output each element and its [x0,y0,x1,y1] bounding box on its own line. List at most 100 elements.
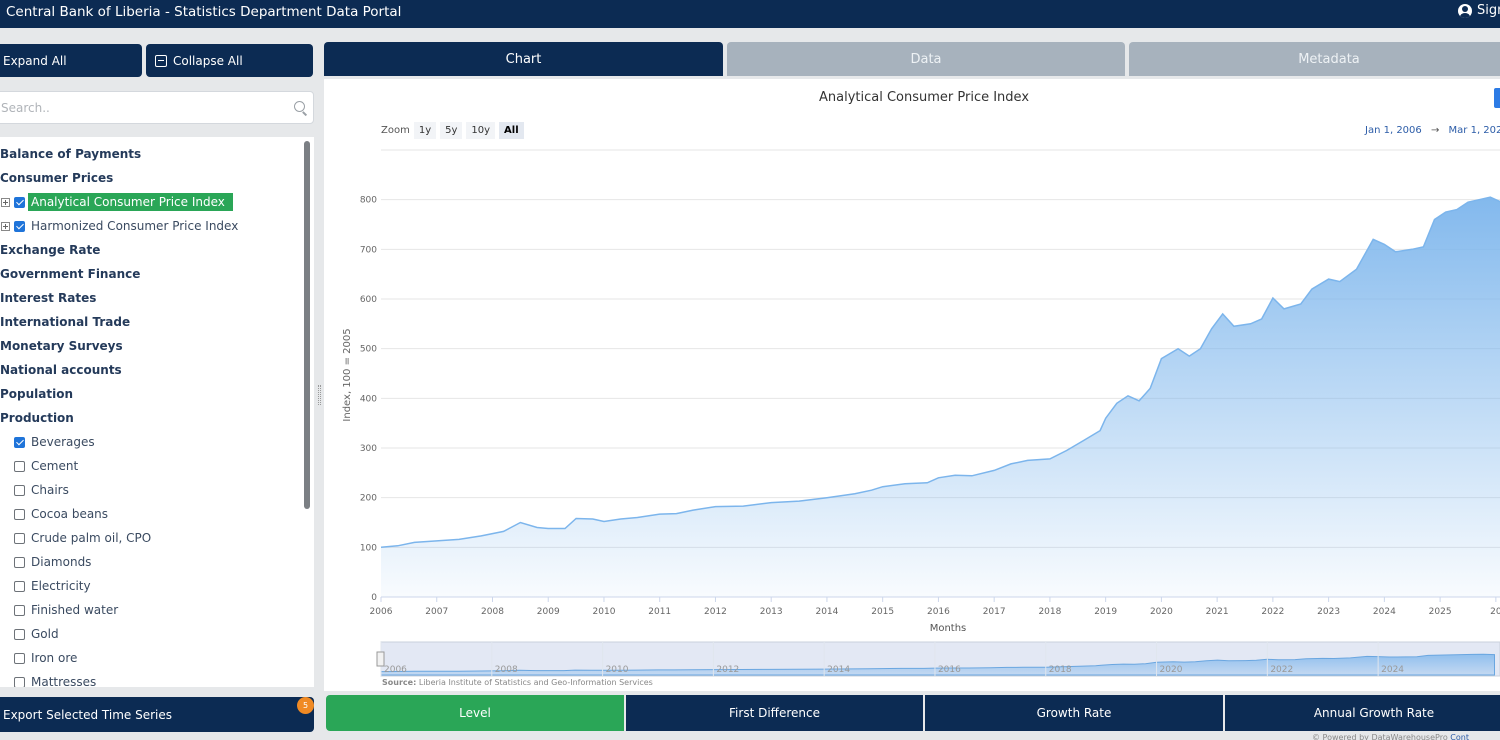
transform-level-button[interactable]: Level [326,695,624,731]
checkbox-beverages[interactable] [14,436,25,448]
checkbox-chairs[interactable] [14,484,25,496]
transform-label: Growth Rate [1036,706,1112,720]
checkbox-mattresses[interactable] [14,676,25,687]
tree-category-international-trade[interactable]: International Trade [0,310,300,334]
checkbox-iron-ore[interactable] [14,652,25,664]
tree-item-diamonds[interactable]: Diamonds [0,550,300,574]
tree-category-balance-of-payments[interactable]: Balance of Payments [0,142,300,166]
checkbox-finished-water[interactable] [14,604,25,616]
transform-first-difference-button[interactable]: First Difference [626,695,923,731]
tree-category-production[interactable]: Production [0,406,300,430]
x-tick-label: 2014 [815,607,838,617]
tree-item-iron-ore[interactable]: Iron ore [0,646,300,670]
tree-label: Chairs [31,483,69,497]
y-tick-label: 500 [360,345,377,355]
expand-all-label: Expand All [3,53,67,68]
tree-label: National accounts [0,363,122,377]
tab-metadata[interactable]: Metadata [1129,42,1500,76]
zoom-1y-button[interactable]: 1y [413,122,437,139]
checkbox-cocoa-beans[interactable] [14,508,25,520]
tab-data[interactable]: Data [727,42,1125,76]
expand-node-icon[interactable] [1,221,10,231]
x-tick-label: 2013 [760,607,783,617]
transform-growth-rate-button[interactable]: Growth Rate [925,695,1223,731]
navigator-tick-label: 2014 [827,665,850,675]
tree-item-cocoa-beans[interactable]: Cocoa beans [0,502,300,526]
x-axis-label: Months [930,623,967,634]
tree-label: Gold [31,627,59,641]
navigator-tick-label: 2018 [1049,665,1072,675]
tree-item-crude-palm-oil[interactable]: Crude palm oil, CPO [0,526,300,550]
tree-label: Analytical Consumer Price Index [28,193,233,211]
x-tick-label: 2018 [1038,607,1061,617]
checkbox-crude-palm-oil[interactable] [14,532,25,544]
tab-label: Chart [505,51,542,67]
tree-label: Mattresses [31,675,97,687]
tree-item-mattresses[interactable]: Mattresses [0,670,300,687]
tree-category-population[interactable]: Population [0,382,300,406]
checkbox-harmonized-cpi[interactable] [14,220,25,232]
contact-link[interactable]: Cont [1450,733,1469,740]
export-selected-button[interactable]: Export Selected Time Series [0,697,314,732]
checkbox-diamonds[interactable] [14,556,25,568]
tree-series-analytical-cpi[interactable]: Analytical Consumer Price Index [0,190,300,214]
range-from-input[interactable]: Jan 1, 2006 [1365,125,1422,136]
y-tick-label: 800 [360,196,377,206]
range-to-input[interactable]: Mar 1, 202 [1449,125,1500,136]
x-tick-label: 20 [1490,607,1500,617]
tree-scrollbar[interactable] [304,141,310,509]
tree-category-exchange-rate[interactable]: Exchange Rate [0,238,300,262]
collapse-all-button[interactable]: Collapse All [146,44,313,77]
source-label: Source: [382,678,416,687]
series-area[interactable] [381,197,1500,597]
checkbox-analytical-cpi[interactable] [14,196,25,208]
navigator-tick-label: 2010 [606,665,629,675]
zoom-controls: Zoom 1y 5y 10y All [381,122,524,139]
chart-svg: 0 100 200 300 400 500 600 700 800 2006 2007 2008 200… [342,149,1500,687]
tree-item-chairs[interactable]: Chairs [0,478,300,502]
panel-splitter-handle[interactable] [318,385,321,405]
tree-item-gold[interactable]: Gold [0,622,300,646]
x-tick-label: 2025 [1429,607,1452,617]
collapse-all-label: Collapse All [173,53,243,68]
search-icon[interactable] [294,101,305,112]
search-input[interactable] [0,92,277,123]
checkbox-electricity[interactable] [14,580,25,592]
tree-series-harmonized-cpi[interactable]: Harmonized Consumer Price Index [0,214,300,238]
tree-item-cement[interactable]: Cement [0,454,300,478]
tree-category-consumer-prices[interactable]: Consumer Prices [0,166,300,190]
tree-label: Production [0,411,74,425]
powered-by-footer: © Powered by DataWarehousePro Cont [1312,733,1469,740]
chart-menu-icon[interactable] [1494,88,1500,108]
x-tick-label: 2008 [481,607,504,617]
x-tick-label: 2007 [425,607,448,617]
checkbox-gold[interactable] [14,628,25,640]
y-tick-label: 600 [360,295,377,305]
chart-source: Source: Liberia Institute of Statistics … [382,678,653,687]
tree-label: Cement [31,459,79,473]
tree-category-government-finance[interactable]: Government Finance [0,262,300,286]
y-tick-label: 0 [371,593,377,603]
sign-in-link[interactable]: Sign [1458,3,1500,18]
tree-item-finished-water[interactable]: Finished water [0,598,300,622]
expand-all-button[interactable]: Expand All [0,44,142,77]
tree-label: Iron ore [31,651,78,665]
tab-chart[interactable]: Chart [324,42,723,76]
tree-category-interest-rates[interactable]: Interest Rates [0,286,300,310]
tree-item-beverages[interactable]: Beverages [0,430,300,454]
y-tick-label: 200 [360,494,377,504]
zoom-10y-button[interactable]: 10y [466,122,496,139]
tree-category-national-accounts[interactable]: National accounts [0,358,300,382]
tree-item-electricity[interactable]: Electricity [0,574,300,598]
expand-node-icon[interactable] [1,197,10,207]
checkbox-cement[interactable] [14,460,25,472]
zoom-5y-button[interactable]: 5y [440,122,463,139]
tree-category-monetary-surveys[interactable]: Monetary Surveys [0,334,300,358]
zoom-all-button[interactable]: All [499,122,524,139]
navigator-left-handle[interactable] [376,651,385,667]
x-tick-label: 2012 [704,607,727,617]
tree-label: Finished water [31,603,119,617]
navigator-tick-label: 2024 [1381,665,1404,675]
y-tick-label: 400 [360,394,377,404]
transform-annual-growth-rate-button[interactable]: Annual Growth Rate [1225,695,1500,731]
